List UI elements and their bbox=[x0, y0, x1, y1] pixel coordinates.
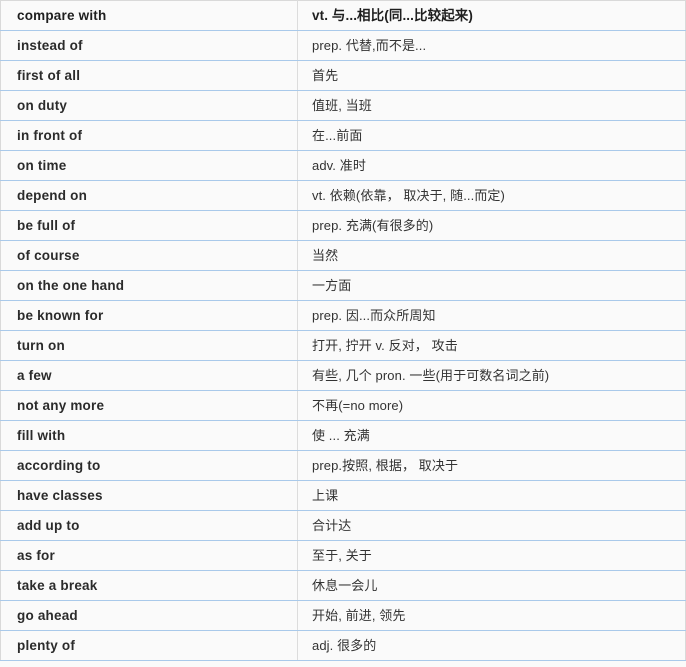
meaning-cell: 休息一会儿 bbox=[297, 570, 686, 601]
phrase-cell: according to bbox=[0, 450, 298, 481]
meaning-cell: 合计达 bbox=[297, 510, 686, 541]
meaning-cell: adj. 很多的 bbox=[297, 630, 686, 661]
phrase-cell: compare with bbox=[0, 0, 298, 31]
table-row[interactable]: on the one hand 一方面 bbox=[0, 270, 686, 301]
table-row[interactable]: according to prep.按照, 根据， 取决于 bbox=[0, 450, 686, 481]
table-row[interactable]: be full of prep. 充满(有很多的) bbox=[0, 210, 686, 241]
phrase-cell: of course bbox=[0, 240, 298, 271]
meaning-cell: 一方面 bbox=[297, 270, 686, 301]
phrase-cell: depend on bbox=[0, 180, 298, 211]
phrase-cell: go ahead bbox=[0, 600, 298, 631]
table-row[interactable]: go ahead 开始, 前进, 领先 bbox=[0, 600, 686, 631]
meaning-cell: 有些, 几个 pron. 一些(用于可数名词之前) bbox=[297, 360, 686, 391]
meaning-cell: 使 ... 充满 bbox=[297, 420, 686, 451]
table-row[interactable]: have classes 上课 bbox=[0, 480, 686, 511]
phrase-cell: a few bbox=[0, 360, 298, 391]
phrase-cell: have classes bbox=[0, 480, 298, 511]
table-row[interactable]: first of all 首先 bbox=[0, 60, 686, 91]
meaning-cell: adv. 准时 bbox=[297, 150, 686, 181]
meaning-cell: 当然 bbox=[297, 240, 686, 271]
table-row[interactable]: a few 有些, 几个 pron. 一些(用于可数名词之前) bbox=[0, 360, 686, 391]
table-row[interactable]: of course 当然 bbox=[0, 240, 686, 271]
table-row[interactable]: on duty 值班, 当班 bbox=[0, 90, 686, 121]
vocabulary-table-body: compare with vt. 与...相比(同...比较起来) instead … bbox=[0, 0, 686, 661]
meaning-cell: 打开, 拧开 v. 反对， 攻击 bbox=[297, 330, 686, 361]
phrase-cell: fill with bbox=[0, 420, 298, 451]
meaning-cell: 至于, 关于 bbox=[297, 540, 686, 571]
meaning-cell: vt. 与...相比(同...比较起来) bbox=[297, 0, 686, 31]
table-row[interactable]: be known for prep. 因...而众所周知 bbox=[0, 300, 686, 331]
table-row[interactable]: in front of 在...前面 bbox=[0, 120, 686, 151]
phrase-cell: in front of bbox=[0, 120, 298, 151]
meaning-cell: 开始, 前进, 领先 bbox=[297, 600, 686, 631]
table-row[interactable]: plenty of adj. 很多的 bbox=[0, 630, 686, 661]
table-row[interactable]: instead of prep. 代替,而不是... bbox=[0, 30, 686, 61]
table-row[interactable]: turn on 打开, 拧开 v. 反对， 攻击 bbox=[0, 330, 686, 361]
phrase-cell: be known for bbox=[0, 300, 298, 331]
table-row[interactable]: add up to 合计达 bbox=[0, 510, 686, 541]
phrase-cell: as for bbox=[0, 540, 298, 571]
phrase-cell: plenty of bbox=[0, 630, 298, 661]
table-row[interactable]: depend on vt. 依赖(依靠， 取决于, 随...而定) bbox=[0, 180, 686, 211]
phrase-cell: on the one hand bbox=[0, 270, 298, 301]
meaning-cell: 在...前面 bbox=[297, 120, 686, 151]
table-row[interactable]: fill with 使 ... 充满 bbox=[0, 420, 686, 451]
vocabulary-table-container: compare with vt. 与...相比(同...比较起来) instead … bbox=[0, 0, 686, 667]
phrase-cell: on duty bbox=[0, 90, 298, 121]
table-row[interactable]: on time adv. 准时 bbox=[0, 150, 686, 181]
meaning-cell: prep. 因...而众所周知 bbox=[297, 300, 686, 331]
phrase-cell: add up to bbox=[0, 510, 298, 541]
phrase-cell: be full of bbox=[0, 210, 298, 241]
phrase-cell: take a break bbox=[0, 570, 298, 601]
meaning-cell: vt. 依赖(依靠， 取决于, 随...而定) bbox=[297, 180, 686, 211]
meaning-cell: 值班, 当班 bbox=[297, 90, 686, 121]
meaning-cell: 首先 bbox=[297, 60, 686, 91]
meaning-cell: prep. 充满(有很多的) bbox=[297, 210, 686, 241]
phrase-cell: turn on bbox=[0, 330, 298, 361]
table-row[interactable]: compare with vt. 与...相比(同...比较起来) bbox=[0, 0, 686, 31]
meaning-cell: 上课 bbox=[297, 480, 686, 511]
table-row[interactable]: not any more 不再(=no more) bbox=[0, 390, 686, 421]
phrase-cell: first of all bbox=[0, 60, 298, 91]
meaning-cell: prep.按照, 根据， 取决于 bbox=[297, 450, 686, 481]
vocabulary-table: compare with vt. 与...相比(同...比较起来) instead … bbox=[0, 0, 686, 661]
table-row[interactable]: as for 至于, 关于 bbox=[0, 540, 686, 571]
phrase-cell: on time bbox=[0, 150, 298, 181]
meaning-cell: 不再(=no more) bbox=[297, 390, 686, 421]
meaning-cell: prep. 代替,而不是... bbox=[297, 30, 686, 61]
phrase-cell: not any more bbox=[0, 390, 298, 421]
table-row[interactable]: take a break 休息一会儿 bbox=[0, 570, 686, 601]
phrase-cell: instead of bbox=[0, 30, 298, 61]
